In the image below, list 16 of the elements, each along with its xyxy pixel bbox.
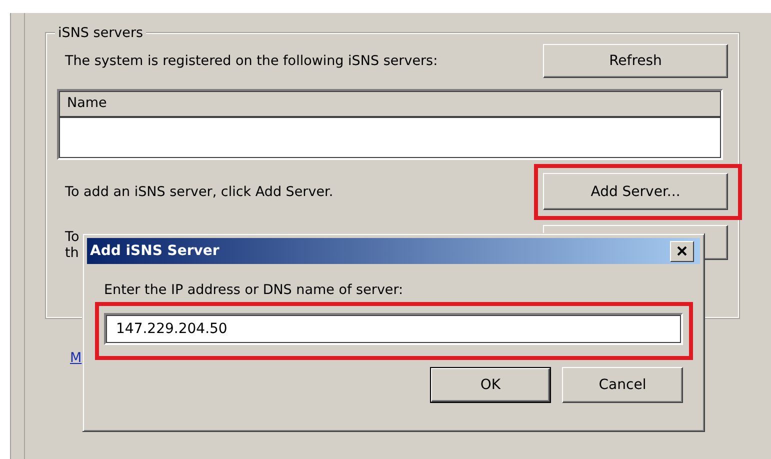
registered-text: The system is registered on the following iSNS servers: — [64, 53, 438, 69]
refresh-button[interactable]: Refresh — [543, 44, 728, 78]
prompt-text: Enter the IP address or DNS name of server: — [104, 281, 404, 300]
close-icon — [677, 246, 687, 256]
column-header[interactable]: Name — [59, 91, 115, 116]
add-server-text: To add an iSNS server, click Add Server. — [64, 184, 334, 200]
ok-button[interactable]: OK — [430, 367, 551, 403]
input-field[interactable]: 147.229.204.50 — [104, 313, 683, 345]
close-button[interactable] — [670, 240, 694, 262]
server-list[interactable]: Name — [57, 89, 723, 160]
link[interactable]: M — [70, 350, 82, 366]
remove-text: th — [64, 245, 80, 261]
dialog-title: Add iSNS Server — [90, 243, 220, 259]
add-server-button[interactable]: Add Server... — [543, 173, 728, 210]
remove-text: To — [64, 229, 80, 245]
cancel-button[interactable]: Cancel — [562, 367, 683, 403]
